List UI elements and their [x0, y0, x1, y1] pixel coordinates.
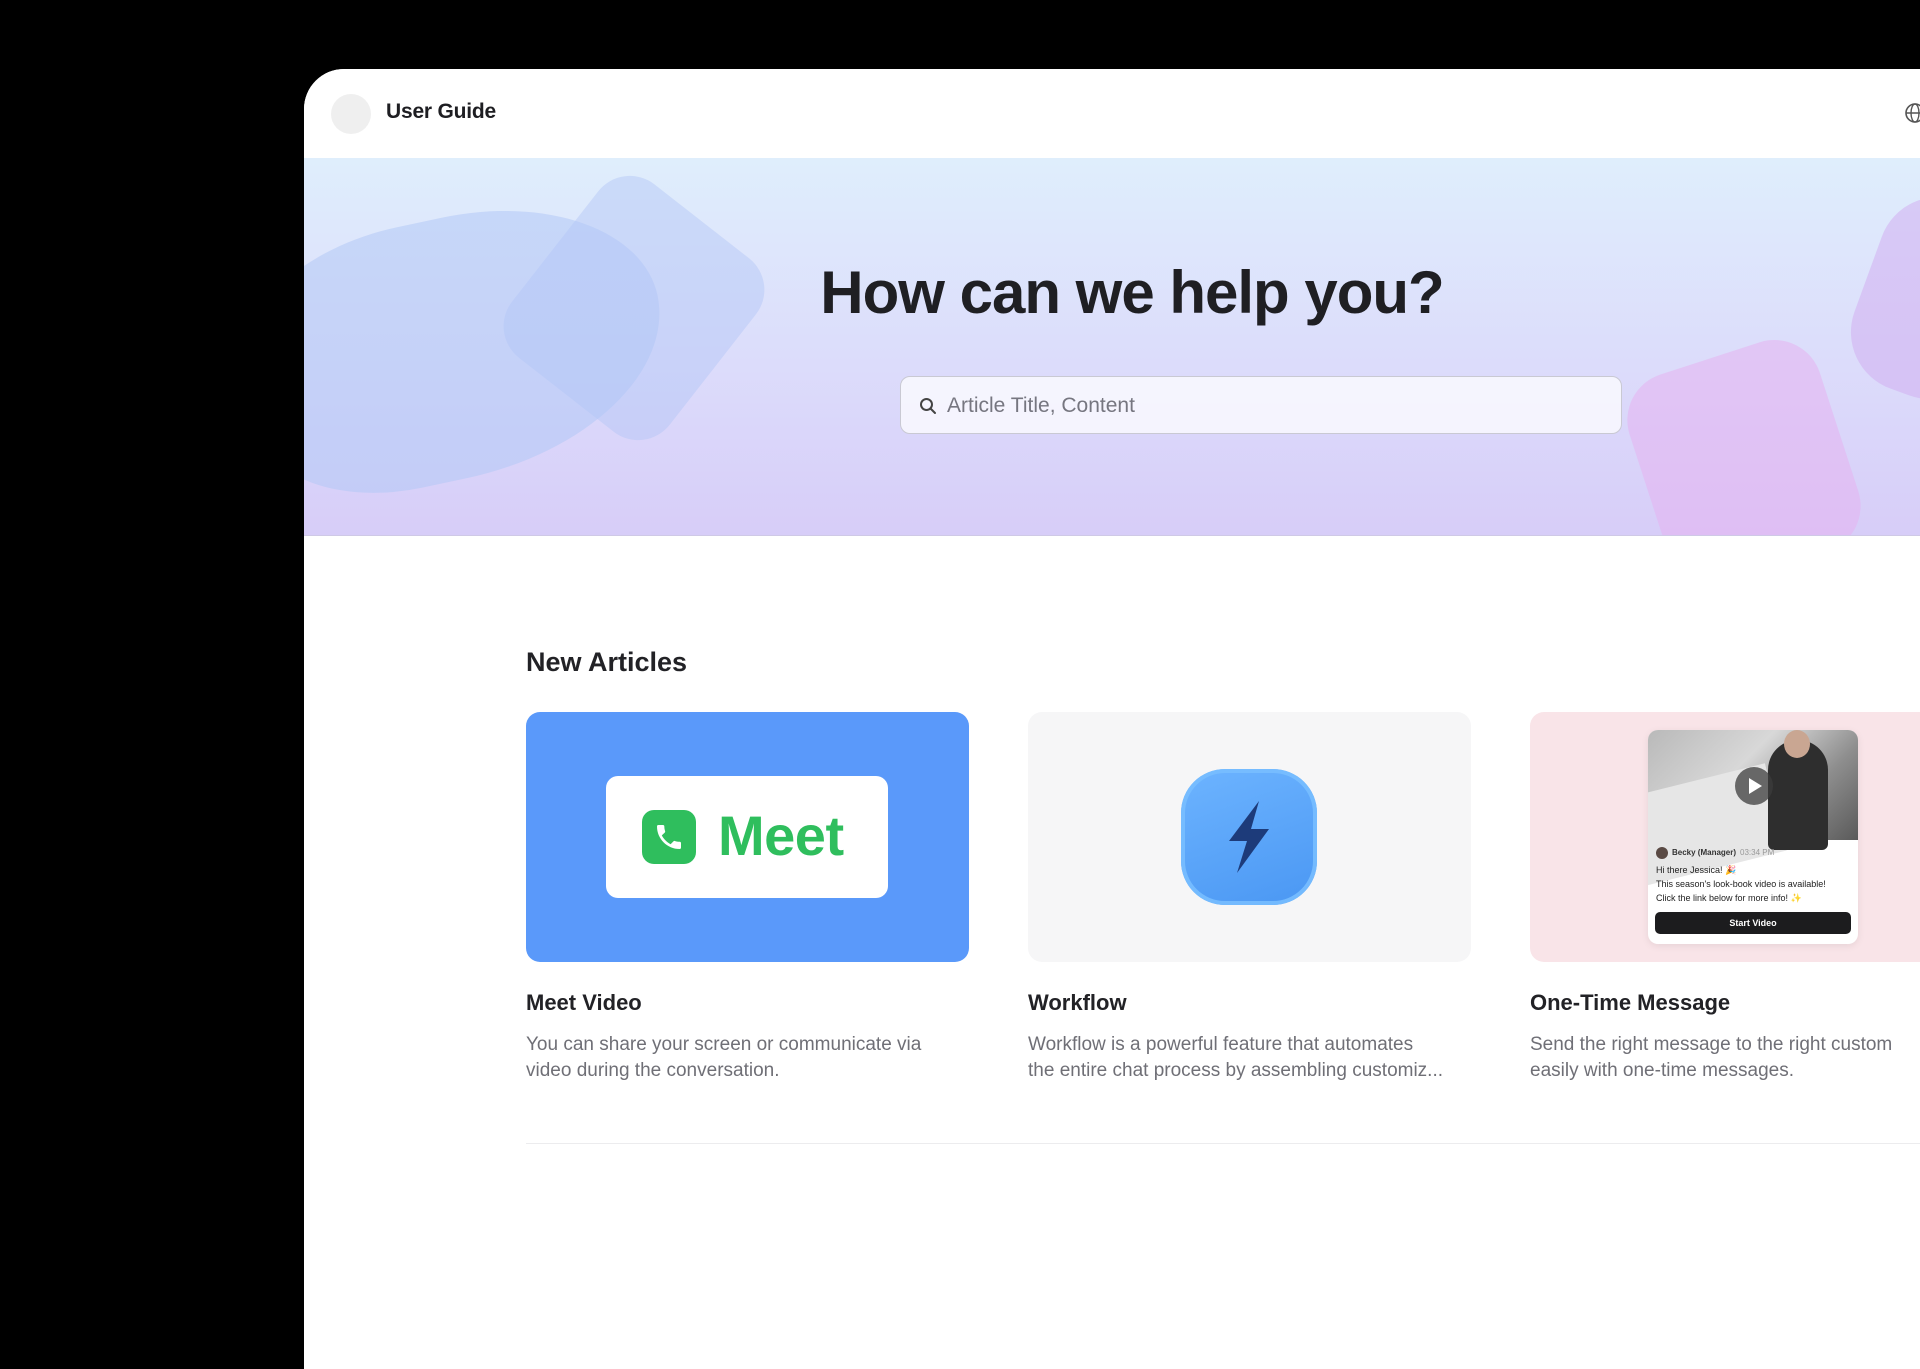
article-title[interactable]: Workflow [1028, 990, 1471, 1016]
message-text: Click the link below for more info! ✨ [1656, 893, 1802, 903]
search-icon [920, 398, 936, 414]
article-title[interactable]: Meet Video [526, 990, 969, 1016]
hero-title: How can we help you? [820, 259, 1444, 326]
brand-logo[interactable] [331, 94, 371, 134]
meet-wordmark: Meet [718, 804, 844, 867]
meet-logo: Meet [606, 776, 888, 898]
search-input[interactable] [945, 377, 1609, 435]
section-divider [526, 1143, 1920, 1144]
decor-shape [1614, 327, 1874, 535]
article-card-workflow[interactable]: Workflow Workflow is a powerful feature … [1028, 712, 1471, 1084]
article-thumbnail[interactable] [1028, 712, 1471, 962]
article-description: Workflow is a powerful feature that auto… [1028, 1034, 1444, 1081]
play-icon [1735, 767, 1773, 805]
lightning-icon [1181, 769, 1317, 905]
message-text: This season's look-book video is availab… [1656, 879, 1826, 889]
search-box[interactable] [900, 376, 1622, 435]
message-text: Hi there Jessica! 🎉 [1656, 865, 1737, 875]
article-card-meet-video[interactable]: Meet Meet Video You can share your scree… [526, 712, 969, 1084]
hero-banner: How can we help you? [304, 158, 1920, 536]
start-video-button: Start Video [1655, 912, 1851, 934]
brand-title[interactable]: User Guide [386, 100, 496, 124]
app-window: User Guide How can we help you? New Arti… [304, 69, 1920, 1369]
video-preview-image [1648, 730, 1858, 887]
globe-icon[interactable] [1904, 102, 1920, 124]
article-thumbnail[interactable]: Meet [526, 712, 969, 962]
message-preview: Becky (Manager) 03:34 PM Hi there Jessica… [1648, 730, 1858, 944]
message-sender: Becky (Manager) 03:34 PM [1656, 847, 1774, 859]
article-card-one-time-message[interactable]: Becky (Manager) 03:34 PM Hi there Jessica… [1530, 712, 1920, 1084]
top-bar: User Guide [304, 69, 1920, 158]
article-description: Send the right message to the right cust… [1530, 1034, 1893, 1081]
section-title: New Articles [526, 647, 688, 677]
article-description: You can share your screen or communicate… [526, 1034, 922, 1081]
article-title[interactable]: One-Time Message [1530, 990, 1920, 1016]
article-thumbnail[interactable]: Becky (Manager) 03:34 PM Hi there Jessica… [1530, 712, 1920, 962]
avatar [1656, 847, 1668, 859]
phone-icon [642, 810, 696, 864]
